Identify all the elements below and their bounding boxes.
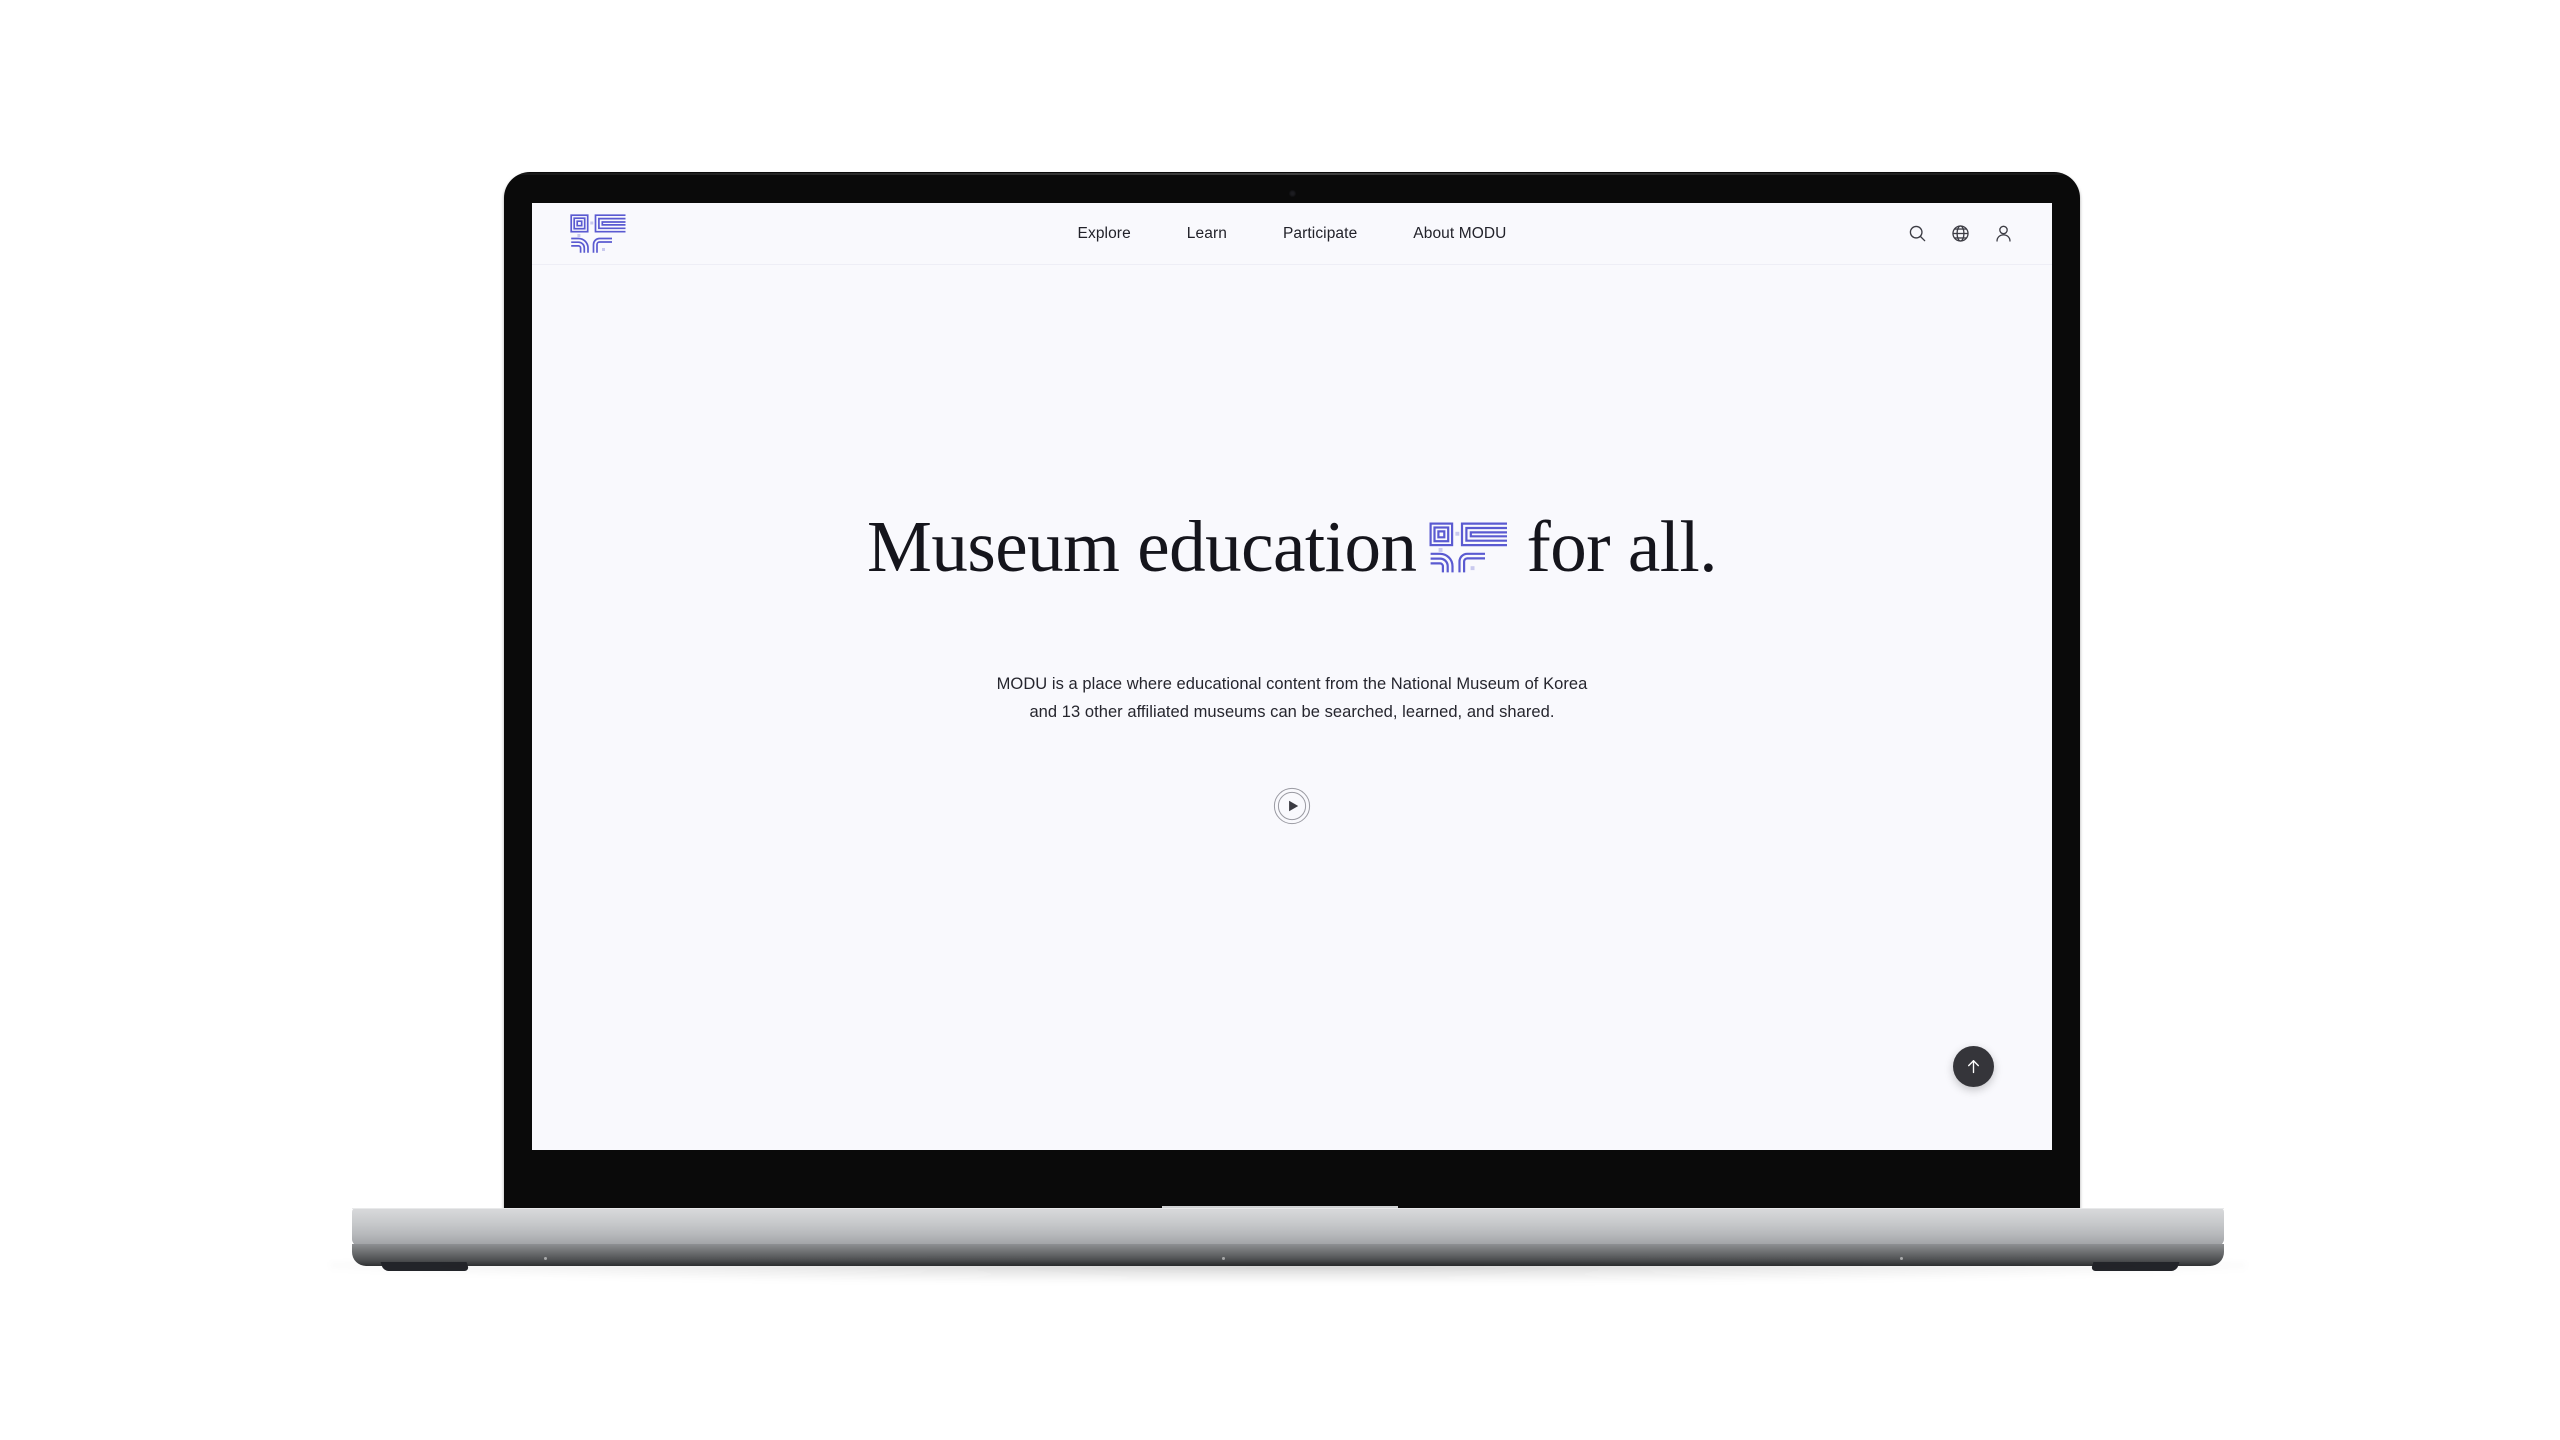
user-icon[interactable] xyxy=(1993,223,2014,244)
hero-section: Museum education for all. MODU is a plac… xyxy=(532,265,2052,1150)
main-navigation: Explore Learn Participate About MODU xyxy=(1078,225,1507,243)
laptop-drop-shadow xyxy=(330,1262,2246,1282)
nav-item-participate[interactable]: Participate xyxy=(1283,225,1357,243)
laptop-base-screw xyxy=(544,1257,547,1260)
hero-subtitle-line-1: MODU is a place where educational conten… xyxy=(996,674,1588,693)
scroll-to-top-button[interactable] xyxy=(1953,1046,1994,1087)
globe-icon[interactable] xyxy=(1950,223,1971,244)
webcam-icon xyxy=(1288,190,1296,197)
site-header: Explore Learn Participate About MODU xyxy=(532,203,2052,265)
play-video-button[interactable] xyxy=(1273,787,1311,825)
browser-viewport: Explore Learn Participate About MODU Mus… xyxy=(532,203,2052,1150)
nav-item-learn[interactable]: Learn xyxy=(1187,225,1227,243)
headline-text-after: for all. xyxy=(1526,505,1718,587)
nav-item-explore[interactable]: Explore xyxy=(1078,225,1131,243)
hero-subtitle: MODU is a place where educational conten… xyxy=(997,670,1588,727)
search-icon[interactable] xyxy=(1907,223,1928,244)
modu-logo-mark-icon[interactable] xyxy=(570,213,627,254)
modu-logo-mark-icon-inline xyxy=(1429,522,1508,573)
laptop-mockup: Explore Learn Participate About MODU Mus… xyxy=(0,0,2560,1440)
arrow-up-icon xyxy=(1967,1060,1980,1074)
hero-subtitle-line-2: and 13 other affiliated museums can be s… xyxy=(1029,703,1555,722)
headline-text-before: Museum education xyxy=(866,505,1417,587)
header-actions xyxy=(1907,223,2014,244)
laptop-base-screw xyxy=(1222,1257,1225,1260)
laptop-base-top xyxy=(352,1208,2224,1246)
nav-item-about-modu[interactable]: About MODU xyxy=(1413,225,1506,243)
hero-headline: Museum education for all. xyxy=(866,505,1718,587)
laptop-base-screw xyxy=(1900,1257,1903,1260)
